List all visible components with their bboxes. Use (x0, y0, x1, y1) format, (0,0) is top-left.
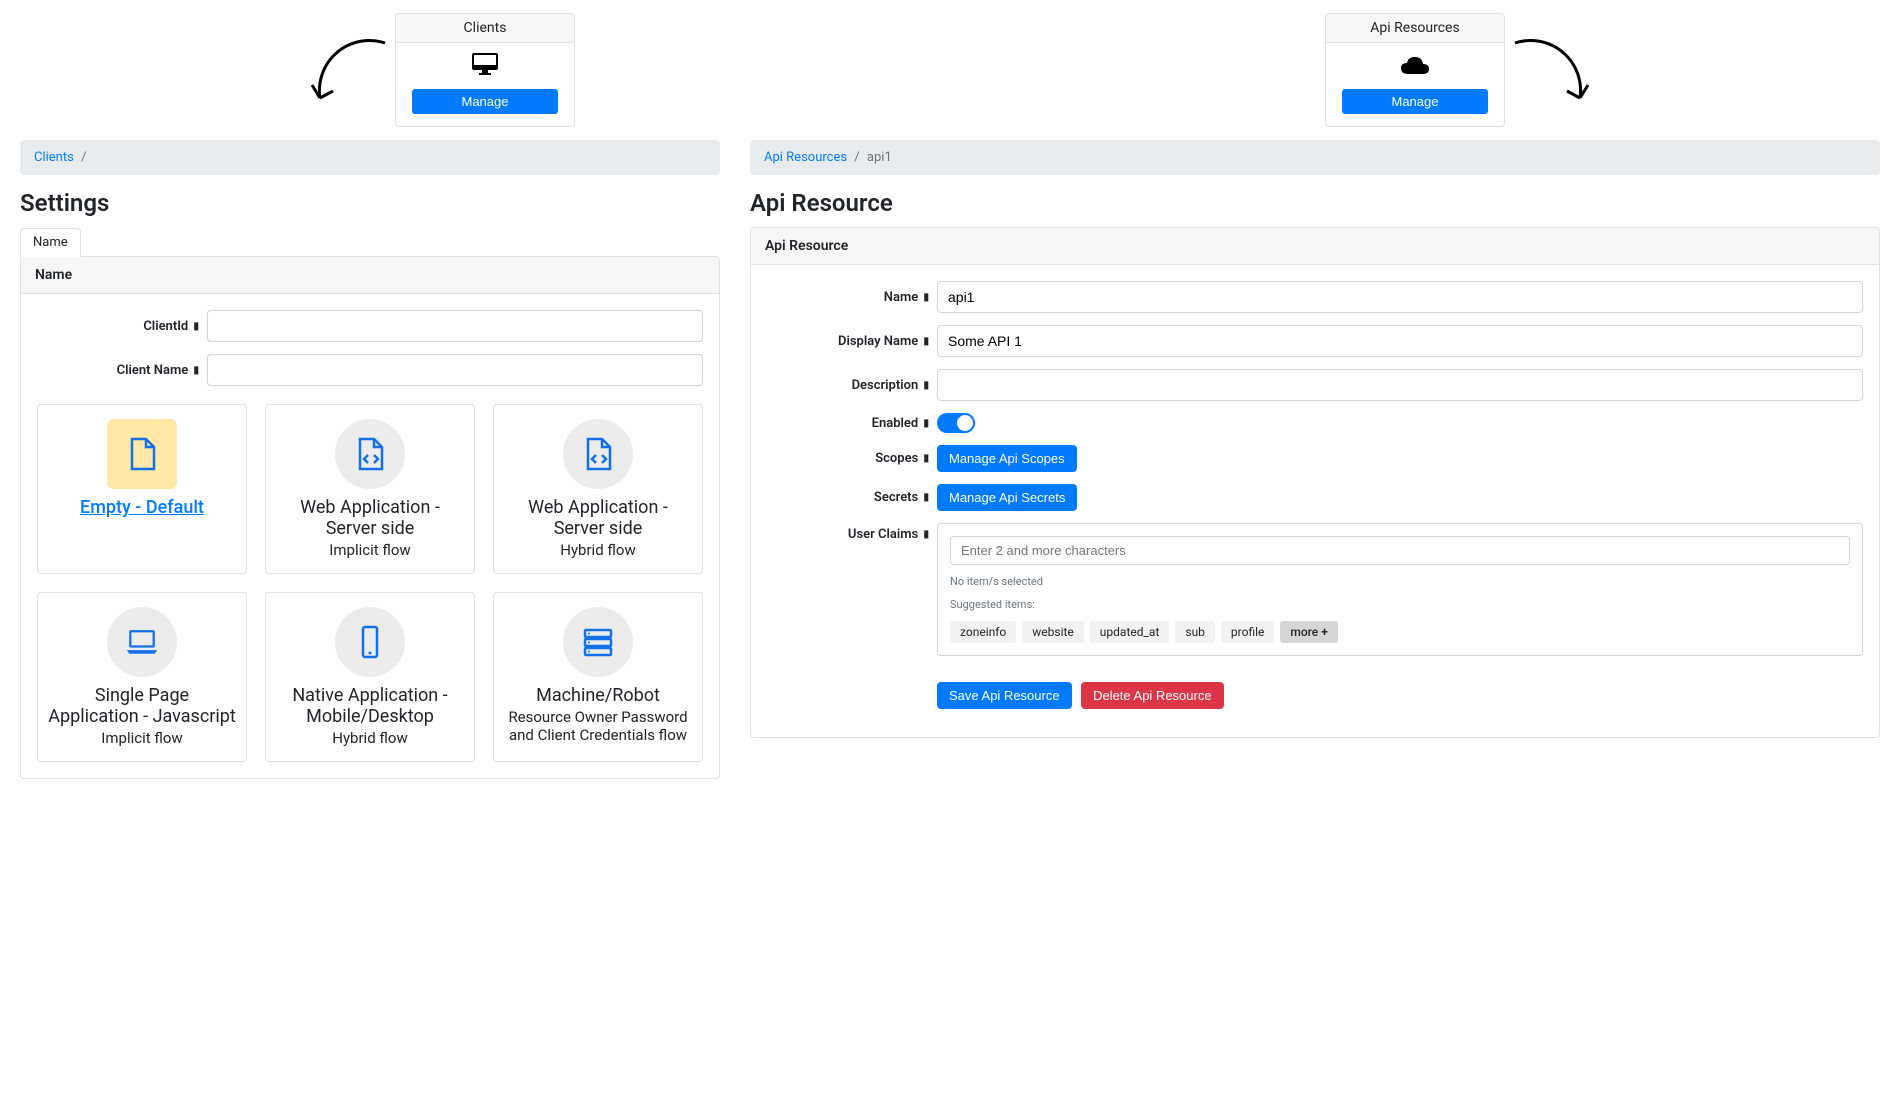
save-api-resource-button[interactable]: Save Api Resource (937, 682, 1072, 709)
client-template-card[interactable]: Empty - Default (37, 404, 247, 574)
display-name-label: Display Name ▮ (767, 334, 937, 349)
note-icon: ▮ (923, 418, 929, 429)
template-title: Machine/Robot (504, 685, 692, 706)
user-claims-box: No item/s selected Suggested items: zone… (937, 523, 1863, 656)
client-template-card[interactable]: Native Application - Mobile/Desktop Hybri… (265, 592, 475, 762)
file-icon (107, 419, 177, 489)
name-input[interactable] (937, 281, 1863, 313)
template-title: Empty - Default (48, 497, 236, 518)
template-title: Single Page Application - Javascript (48, 685, 236, 727)
breadcrumb-current: api1 (867, 150, 892, 165)
breadcrumb-separator: / (854, 150, 859, 165)
breadcrumb-clients-link[interactable]: Clients (34, 150, 74, 165)
api-resources-card-title: Api Resources (1326, 14, 1504, 43)
note-icon: ▮ (193, 365, 199, 376)
user-claims-empty-text: No item/s selected (950, 575, 1850, 588)
client-name-label: Client Name ▮ (37, 363, 207, 378)
template-title: Native Application - Mobile/Desktop (276, 685, 464, 727)
client-name-input[interactable] (207, 354, 703, 386)
api-resources-manage-button[interactable]: Manage (1342, 89, 1487, 114)
breadcrumb: Api Resources / api1 (750, 140, 1880, 175)
note-icon: ▮ (193, 321, 199, 332)
scopes-label: Scopes ▮ (767, 451, 937, 466)
clients-card-title: Clients (396, 14, 574, 43)
user-claims-suggested-label: Suggested items: (950, 598, 1850, 611)
mobile-icon (335, 607, 405, 677)
template-subtitle: Implicit flow (48, 729, 236, 747)
laptop-icon (107, 607, 177, 677)
user-claims-label: User Claims ▮ (767, 523, 937, 542)
api-resource-panel: Api Resource Name ▮ Display Name ▮ Descr… (750, 227, 1880, 738)
top-cards-row: Clients Manage Api Resources Manage (0, 0, 1900, 130)
manage-secrets-button[interactable]: Manage Api Secrets (937, 484, 1077, 511)
claim-chip[interactable]: sub (1175, 621, 1215, 643)
page-title: Settings (20, 189, 720, 217)
client-template-card[interactable]: Web Application - Server side Hybrid flow (493, 404, 703, 574)
page-title: Api Resource (750, 189, 1880, 217)
client-template-card[interactable]: Single Page Application - Javascript Impl… (37, 592, 247, 762)
client-template-card[interactable]: Machine/RobotResource Owner Password and… (493, 592, 703, 762)
cloud-icon (1336, 53, 1494, 81)
template-subtitle: Hybrid flow (276, 729, 464, 747)
filecode-icon (335, 419, 405, 489)
claim-chip[interactable]: zoneinfo (950, 621, 1016, 643)
desktop-icon (406, 53, 564, 81)
template-title: Web Application - Server side (504, 497, 692, 539)
template-title: Web Application - Server side (276, 497, 464, 539)
enabled-toggle[interactable] (937, 413, 975, 433)
filecode-icon (563, 419, 633, 489)
breadcrumb-api-resources-link[interactable]: Api Resources (764, 150, 847, 165)
claim-chip[interactable]: updated_at (1090, 621, 1170, 643)
manage-scopes-button[interactable]: Manage Api Scopes (937, 445, 1077, 472)
client-template-card[interactable]: Web Application - Server side Implicit fl… (265, 404, 475, 574)
note-icon: ▮ (923, 453, 929, 464)
note-icon: ▮ (923, 336, 929, 347)
secrets-label: Secrets ▮ (767, 490, 937, 505)
claim-chip[interactable]: website (1022, 621, 1084, 643)
enabled-label: Enabled ▮ (767, 416, 937, 431)
user-claims-chips: zoneinfo website updated_atsub profile more … (950, 621, 1850, 643)
clients-card: Clients Manage (395, 13, 575, 127)
client-id-label: ClientId ▮ (37, 319, 207, 334)
description-input[interactable] (937, 369, 1863, 401)
breadcrumb: Clients / (20, 140, 720, 175)
settings-panel-header: Name (21, 257, 719, 294)
user-claims-input[interactable] (950, 536, 1850, 565)
note-icon: ▮ (923, 492, 929, 503)
breadcrumb-separator: / (81, 150, 86, 165)
api-resources-card: Api Resources Manage (1325, 13, 1505, 127)
client-id-input[interactable] (207, 310, 703, 342)
template-subtitle: Implicit flow (276, 541, 464, 559)
clients-manage-button[interactable]: Manage (412, 89, 557, 114)
settings-panel: Name ClientId ▮ Client Name ▮ Empty - De… (20, 256, 720, 779)
note-icon: ▮ (923, 529, 929, 540)
tab-name[interactable]: Name (20, 228, 81, 257)
note-icon: ▮ (923, 292, 929, 303)
note-icon: ▮ (923, 380, 929, 391)
client-template-grid: Empty - Default Web Application - Server … (37, 404, 703, 762)
name-label: Name ▮ (767, 290, 937, 305)
claim-chip[interactable]: profile (1221, 621, 1274, 643)
arrow-right-icon (1500, 33, 1600, 123)
arrow-left-icon (300, 33, 400, 123)
template-subtitle: Hybrid flow (504, 541, 692, 559)
template-subtitle: Resource Owner Password and Client Crede… (504, 708, 692, 744)
display-name-input[interactable] (937, 325, 1863, 357)
claim-chip-more[interactable]: more + (1280, 621, 1337, 643)
delete-api-resource-button[interactable]: Delete Api Resource (1081, 682, 1224, 709)
description-label: Description ▮ (767, 378, 937, 393)
api-resource-panel-header: Api Resource (751, 228, 1879, 265)
server-icon (563, 607, 633, 677)
